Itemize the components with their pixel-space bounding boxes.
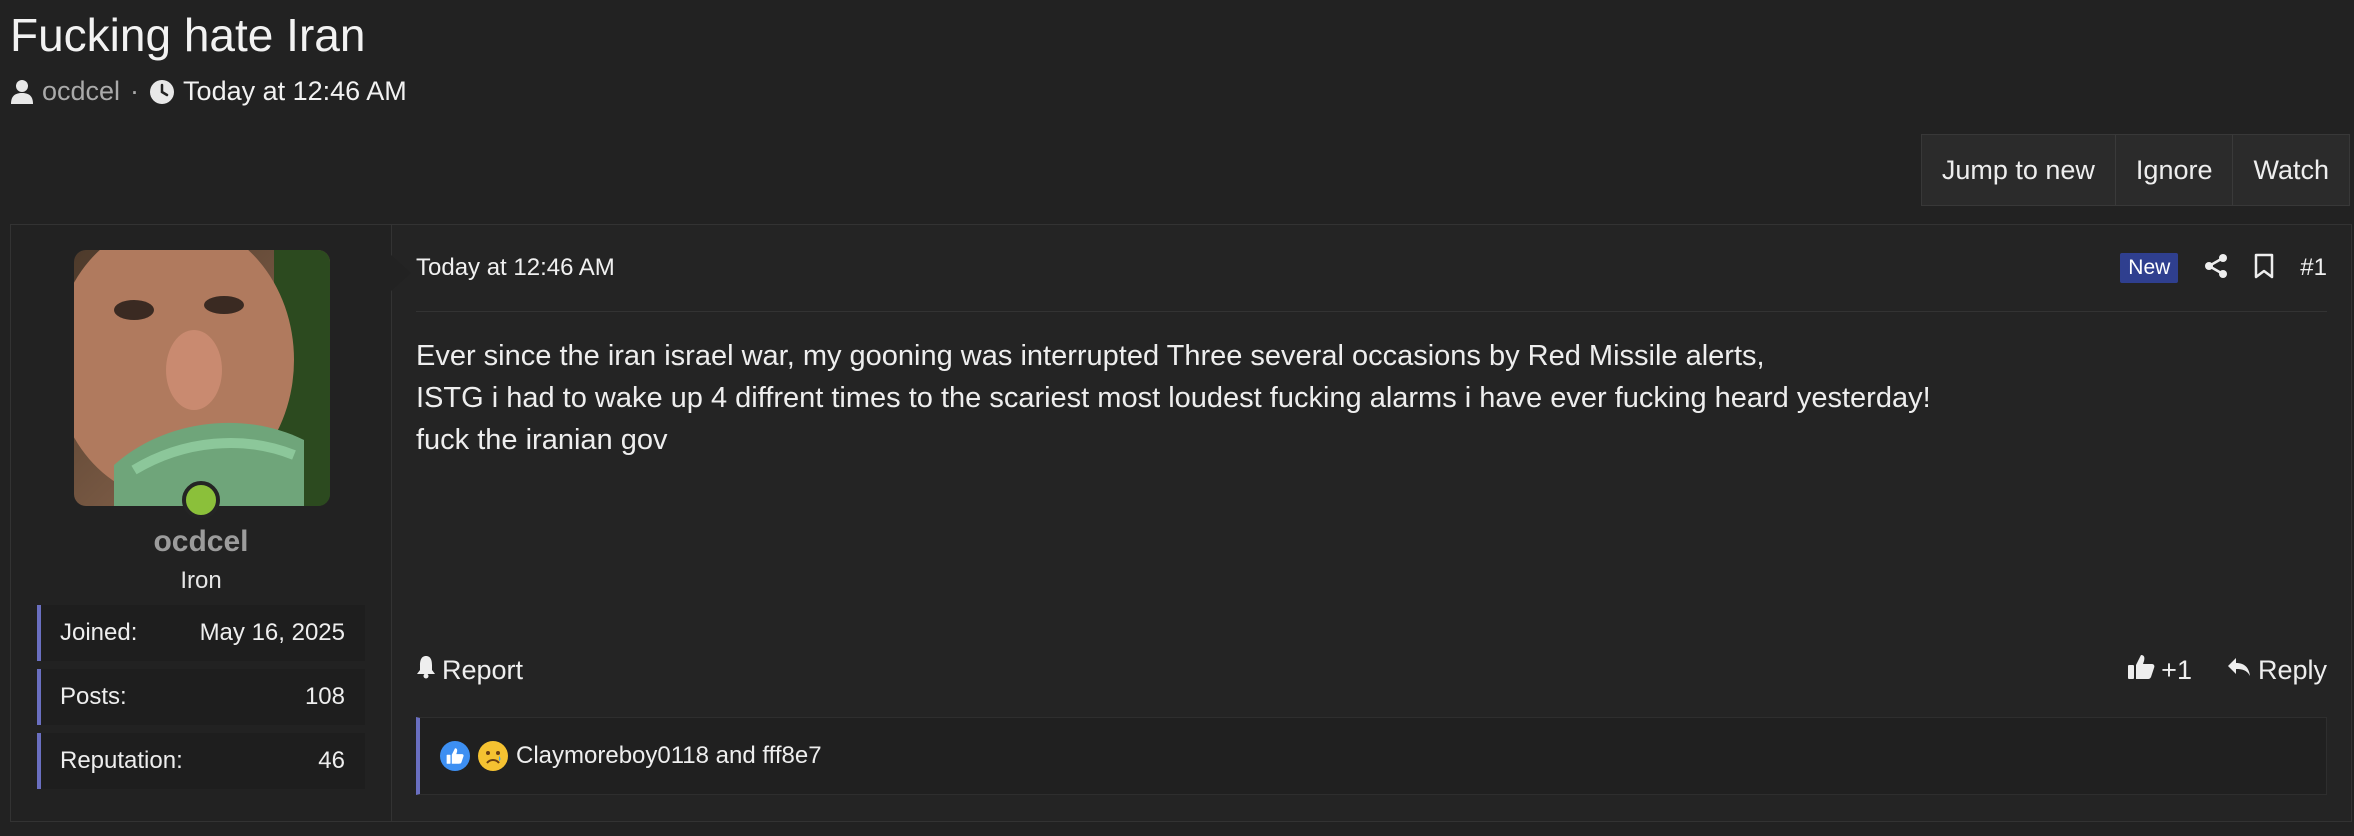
reply-label: Reply — [2257, 654, 2327, 685]
avatar[interactable] — [74, 250, 330, 506]
stat-label: Posts: — [60, 683, 127, 710]
post-username[interactable]: ocdcel — [11, 525, 391, 559]
sad-reaction-icon — [478, 741, 508, 771]
post-body-line: fuck the iranian gov — [416, 424, 668, 456]
report-button[interactable]: Report — [416, 655, 523, 686]
thread-button-group: Jump to new Ignore Watch — [1920, 134, 2350, 206]
post-header: Today at 12:46 AM New #1 — [416, 225, 2327, 312]
share-icon[interactable] — [2204, 253, 2228, 284]
thread-meta: ocdcel · Today at 12:46 AM — [10, 76, 407, 107]
bell-icon — [416, 655, 436, 686]
stat-posts: Posts: 108 — [37, 669, 365, 725]
clock-icon — [149, 79, 175, 105]
post-main: Today at 12:46 AM New #1 Ever since the … — [391, 225, 2351, 821]
watch-button[interactable]: Watch — [2232, 135, 2349, 205]
ignore-button[interactable]: Ignore — [2114, 135, 2233, 205]
thumbs-up-icon — [2127, 653, 2155, 688]
thread-time[interactable]: Today at 12:46 AM — [183, 76, 407, 107]
post-body-line: ISTG i had to wake up 4 diffrent times t… — [416, 382, 1931, 414]
thread-title: Fucking hate Iran — [10, 9, 366, 61]
post-header-tools: New #1 — [2120, 253, 2327, 284]
like-count: +1 — [2161, 654, 2192, 685]
jump-to-new-button[interactable]: Jump to new — [1922, 135, 2115, 205]
post-actions-right: +1 Reply — [2127, 653, 2327, 688]
stat-value: May 16, 2025 — [199, 619, 345, 646]
online-status-indicator — [182, 481, 220, 519]
stat-value: 46 — [318, 747, 345, 774]
user-stats: Joined: May 16, 2025 Posts: 108 Reputati… — [37, 605, 365, 797]
reactions-bar[interactable]: Claymoreboy0118 and fff8e7 — [416, 717, 2327, 795]
post-arrow — [391, 255, 411, 291]
post-actions: Report +1 Reply — [416, 645, 2327, 695]
post-date[interactable]: Today at 12:46 AM — [416, 254, 615, 282]
post-body-line: Ever since the iran israel war, my gooni… — [416, 340, 1765, 372]
bookmark-icon[interactable] — [2254, 253, 2274, 284]
post: ocdcel Iron Joined: May 16, 2025 Posts: … — [10, 224, 2352, 822]
thread-author-link[interactable]: ocdcel — [42, 76, 120, 107]
report-label: Report — [442, 654, 524, 685]
reply-icon — [2226, 655, 2252, 686]
user-title: Iron — [180, 567, 222, 594]
thread-page: Fucking hate Iran ocdcel · Today at 12:4… — [0, 0, 2354, 836]
like-button[interactable]: +1 — [2127, 653, 2192, 688]
stat-joined: Joined: May 16, 2025 — [37, 605, 365, 661]
new-badge: New — [2120, 253, 2179, 283]
stat-value: 108 — [304, 683, 345, 710]
stat-reputation: Reputation: 46 — [37, 733, 365, 789]
like-reaction-icon — [440, 741, 470, 771]
meta-separator: · — [130, 76, 140, 106]
stat-label: Joined: — [60, 619, 138, 646]
post-body: Ever since the iran israel war, my gooni… — [416, 335, 2327, 461]
post-number-link[interactable]: #1 — [2300, 254, 2327, 282]
post-user-panel: ocdcel Iron Joined: May 16, 2025 Posts: … — [11, 225, 392, 821]
reactions-text: Claymoreboy0118 and fff8e7 — [516, 742, 822, 769]
stat-label: Reputation: — [60, 747, 183, 774]
user-icon — [10, 79, 34, 105]
reply-button[interactable]: Reply — [2226, 655, 2327, 686]
